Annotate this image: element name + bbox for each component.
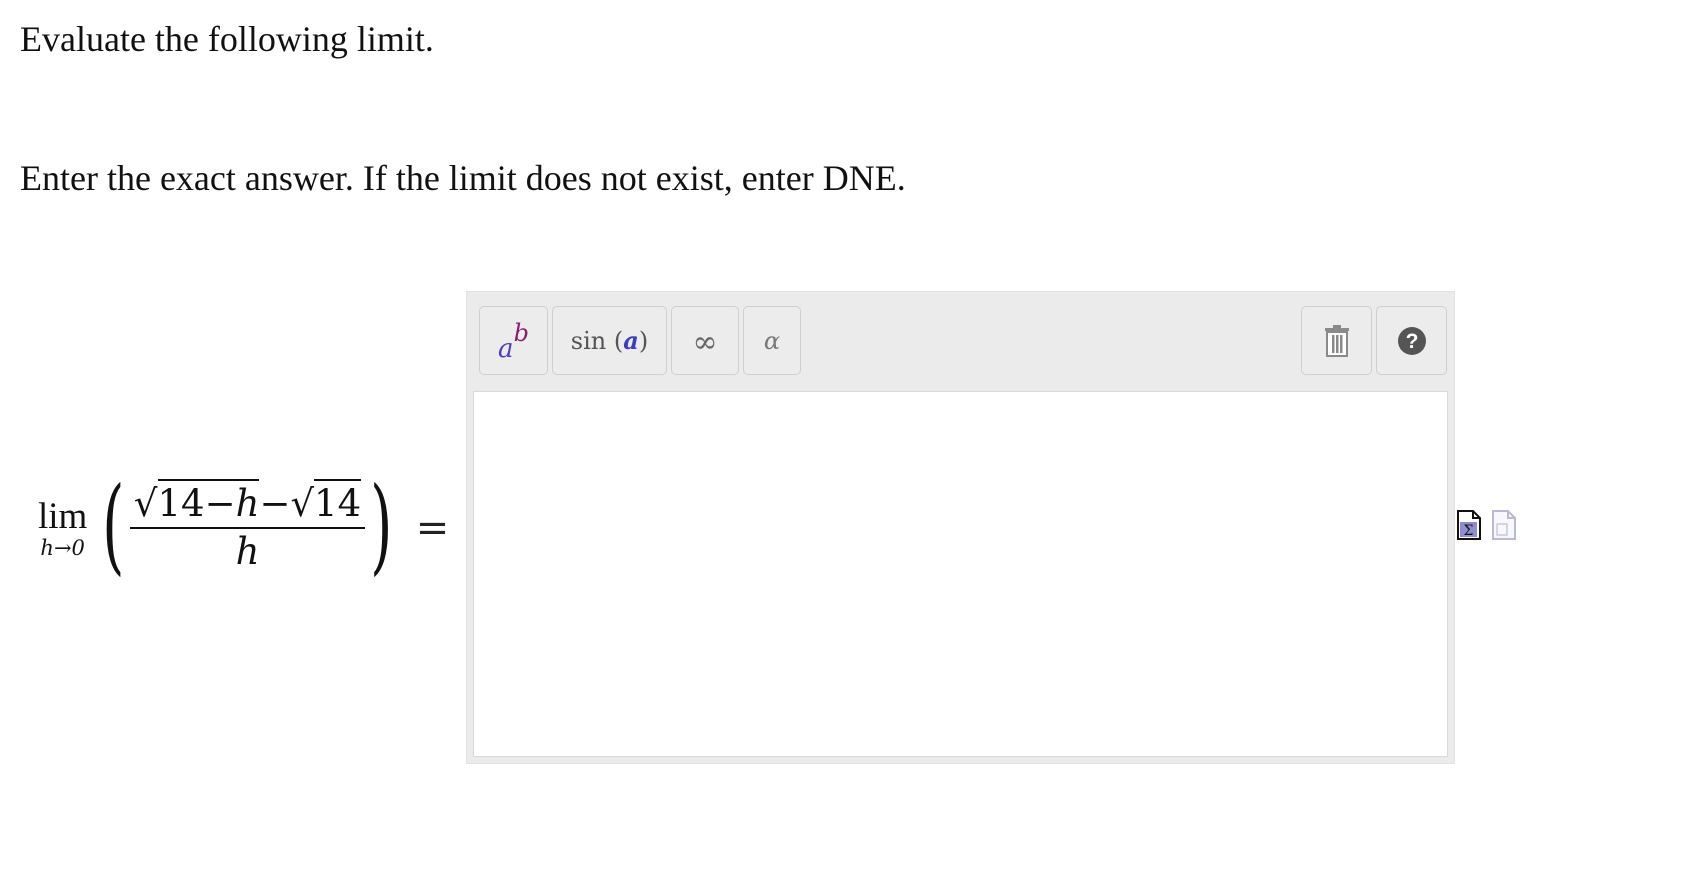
- question-prompt: Evaluate the following limit.: [20, 19, 434, 59]
- equation-editor-icon[interactable]: Σ: [1457, 510, 1481, 540]
- clear-button[interactable]: [1301, 306, 1372, 375]
- left-paren: (: [102, 464, 125, 586]
- math-answer-editor: ab sin (a) ∞ α ?: [466, 291, 1455, 764]
- power-base: a: [498, 333, 514, 364]
- power-exponent: b: [513, 318, 529, 347]
- radicand-1: 14−h: [157, 479, 260, 525]
- limit-expression: lim h→0 ( √14−h−√14 h ) =: [38, 472, 449, 584]
- power-button[interactable]: ab: [479, 306, 548, 375]
- minus-sign: −: [259, 482, 291, 525]
- answer-instruction: Enter the exact answer. If the limit doe…: [20, 158, 906, 198]
- equals-sign: =: [415, 505, 450, 551]
- radicand-2: 14: [314, 479, 362, 525]
- infinity-icon: ∞: [692, 325, 718, 360]
- trash-icon: [1324, 324, 1349, 357]
- radicand-1-var: h: [235, 482, 260, 525]
- right-paren: ): [370, 464, 393, 586]
- sqrt-sign: √: [290, 482, 315, 525]
- function-arg: a: [623, 326, 639, 355]
- function-glyph: sin (a): [570, 326, 649, 355]
- fraction: √14−h−√14 h: [129, 479, 366, 573]
- help-icon: ?: [1397, 326, 1426, 355]
- power-glyph: ab: [498, 319, 529, 364]
- function-name: sin: [570, 327, 607, 355]
- lim-subscript: h→0: [40, 536, 85, 560]
- svg-text:Σ: Σ: [1464, 523, 1474, 539]
- lim-word: lim: [38, 496, 88, 537]
- fraction-denominator: h: [235, 530, 260, 573]
- answer-input[interactable]: [473, 391, 1448, 757]
- sqrt-sign: √: [133, 482, 158, 525]
- greek-letters-button[interactable]: α: [743, 306, 801, 375]
- fraction-numerator: √14−h−√14: [129, 479, 366, 529]
- limit-operator: lim h→0: [38, 496, 88, 561]
- function-button[interactable]: sin (a): [552, 306, 667, 375]
- alpha-icon: α: [763, 326, 781, 355]
- infinity-button[interactable]: ∞: [671, 306, 739, 375]
- editor-toolbar: ab sin (a) ∞ α ?: [467, 292, 1454, 390]
- svg-text:?: ?: [1405, 330, 1418, 353]
- radicand-1-const: 14−: [157, 482, 236, 525]
- page-icon[interactable]: [1492, 510, 1516, 540]
- help-button[interactable]: ?: [1376, 306, 1447, 375]
